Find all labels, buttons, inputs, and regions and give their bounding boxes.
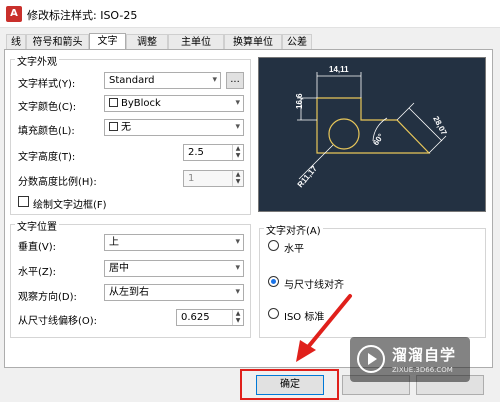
watermark-subtitle: ZIXUE.3D66.COM [392, 366, 453, 374]
text-height-spinner[interactable]: 2.5 ▲ ▼ [183, 144, 244, 161]
tab-alternate-units[interactable]: 换算单位 [224, 34, 282, 50]
text-style-browse-button[interactable]: ... [226, 72, 244, 89]
text-height-value: 2.5 [188, 147, 204, 158]
window-title: 修改标注样式: ISO-25 [27, 9, 138, 22]
align-horizontal-radio[interactable] [268, 240, 279, 251]
fraction-scale-value: 1 [188, 173, 195, 184]
fill-color-label: 填充颜色(L): [18, 126, 75, 137]
text-style-label: 文字样式(Y): [18, 79, 76, 90]
ok-button-highlight-box [240, 369, 339, 400]
align-horizontal-label: 水平 [284, 244, 304, 255]
spin-up-icon[interactable]: ▲ [233, 171, 243, 178]
chevron-down-icon: ▾ [235, 122, 240, 132]
horizontal-value: 居中 [109, 263, 129, 274]
color-swatch-icon [109, 122, 118, 131]
chevron-down-icon: ▾ [235, 237, 240, 247]
view-direction-value: 从左到右 [109, 287, 149, 298]
text-color-value: ByBlock [121, 98, 161, 109]
tab-fit[interactable]: 调整 [126, 34, 168, 50]
text-color-combo[interactable]: ByBlock ▾ [104, 95, 244, 112]
autocad-icon: A [6, 6, 22, 22]
offset-label: 从尺寸线偏移(O): [18, 316, 98, 327]
draw-frame-checkbox[interactable] [18, 196, 29, 207]
part-hole [328, 118, 360, 150]
text-color-label: 文字颜色(C): [18, 102, 77, 113]
dim-radius-label: R11,17 [296, 164, 320, 190]
dim-left-label: 16,6 [295, 93, 304, 109]
text-appearance-legend: 文字外观 [15, 53, 59, 68]
draw-frame-label: 绘制文字边框(F) [33, 200, 107, 211]
text-style-value: Standard [109, 75, 155, 86]
spin-down-icon[interactable]: ▼ [233, 152, 243, 159]
text-placement-legend: 文字位置 [15, 218, 59, 233]
tab-symbols-arrows[interactable]: 符号和箭头 [26, 34, 89, 50]
align-with-dimline-label: 与尺寸线对齐 [284, 280, 344, 291]
dimension-preview-drawing: 14,11 16,6 28,07 60° R11,17 [295, 65, 449, 190]
text-height-label: 文字高度(T): [18, 152, 76, 163]
fill-color-combo[interactable]: 无 ▾ [104, 119, 244, 136]
tab-lines[interactable]: 线 [6, 34, 26, 50]
text-alignment-legend: 文字对齐(A) [264, 222, 323, 237]
chevron-down-icon: ▾ [212, 75, 217, 85]
text-style-combo[interactable]: Standard ▾ [104, 72, 221, 89]
play-logo-icon [357, 345, 385, 373]
fraction-scale-spinner[interactable]: 1 ▲ ▼ [183, 170, 244, 187]
align-with-dimline-radio[interactable] [268, 276, 279, 287]
tab-tolerances[interactable]: 公差 [282, 34, 312, 50]
watermark-title: 溜溜自学 [392, 346, 457, 364]
dim-angle-label: 60° [371, 132, 385, 147]
fill-color-value: 无 [121, 122, 131, 133]
view-direction-label: 观察方向(D): [18, 292, 77, 303]
horizontal-label: 水平(Z): [18, 267, 57, 278]
chevron-down-icon: ▾ [235, 98, 240, 108]
spin-down-icon[interactable]: ▼ [233, 178, 243, 185]
horizontal-combo[interactable]: 居中 ▾ [104, 260, 244, 277]
dim-top-label: 14,11 [329, 65, 349, 74]
offset-spinner[interactable]: 0.625 ▲ ▼ [176, 309, 244, 326]
fraction-scale-label: 分数高度比例(H): [18, 177, 97, 188]
vertical-combo[interactable]: 上 ▾ [104, 234, 244, 251]
preview-pane: 14,11 16,6 28,07 60° R11,17 [258, 57, 486, 212]
tab-primary-units[interactable]: 主单位 [168, 34, 224, 50]
align-iso-radio[interactable] [268, 308, 279, 319]
vertical-value: 上 [109, 237, 119, 248]
offset-value: 0.625 [181, 312, 210, 323]
dim-right-label: 28,07 [431, 115, 449, 137]
spin-up-icon[interactable]: ▲ [233, 145, 243, 152]
chevron-down-icon: ▾ [235, 287, 240, 297]
vertical-label: 垂直(V): [18, 242, 57, 253]
chevron-down-icon: ▾ [235, 263, 240, 273]
spin-up-icon[interactable]: ▲ [233, 310, 243, 317]
view-direction-combo[interactable]: 从左到右 ▾ [104, 284, 244, 301]
spin-down-icon[interactable]: ▼ [233, 317, 243, 324]
color-swatch-icon [109, 98, 118, 107]
